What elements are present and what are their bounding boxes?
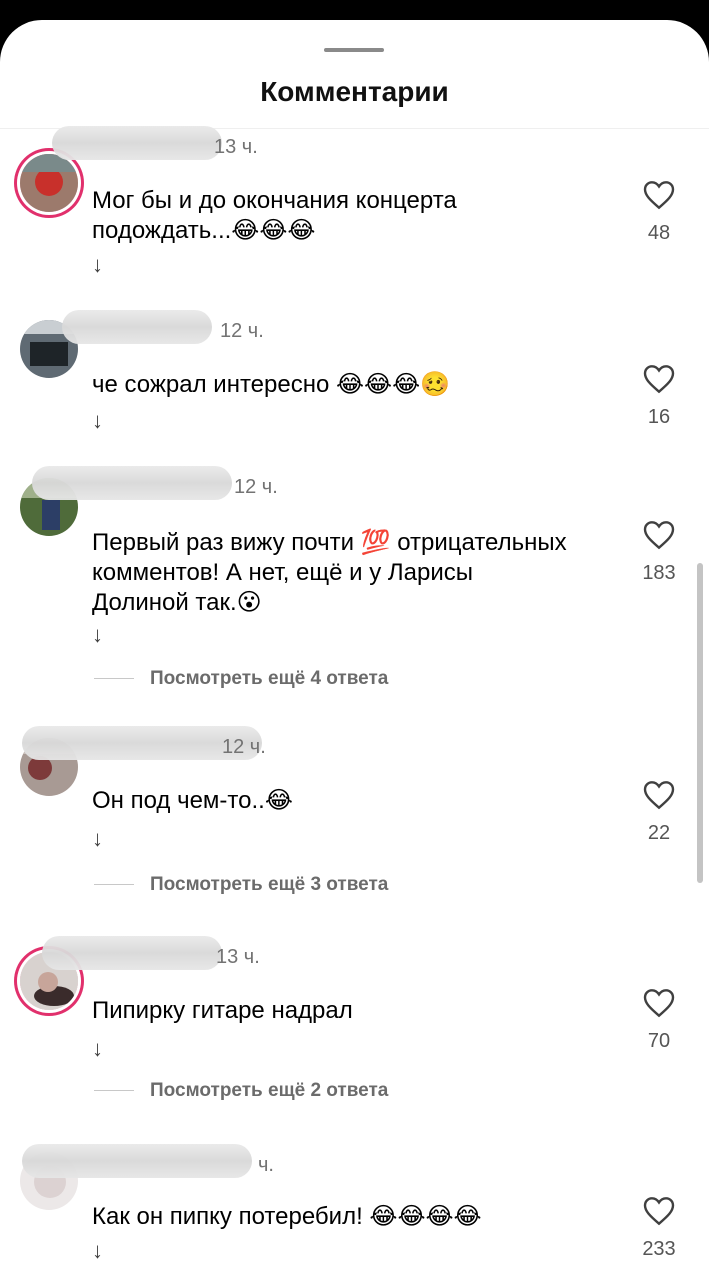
arrow-down-icon[interactable]: ↓ xyxy=(92,1240,112,1262)
comment-time: 12 ч. xyxy=(234,476,278,498)
drag-handle[interactable] xyxy=(324,48,384,52)
view-more-label: Посмотреть ещё 2 ответа xyxy=(150,1080,389,1101)
comment-text: Как он пипку потеребил! 😂😂😂😂 xyxy=(92,1203,482,1230)
like-count: 48 xyxy=(647,222,671,244)
view-more-replies-button[interactable]: Посмотреть ещё 3 ответа xyxy=(94,874,388,904)
like-button[interactable]: 183 xyxy=(636,520,682,585)
like-button[interactable]: 16 xyxy=(636,364,682,429)
comment-time: 13 ч. xyxy=(216,946,260,968)
arrow-down-icon[interactable]: ↓ xyxy=(92,1038,112,1060)
arrow-down-icon[interactable]: ↓ xyxy=(92,828,112,850)
heart-outline-icon xyxy=(643,365,675,394)
heart-outline-icon xyxy=(643,181,675,210)
arrow-down-icon[interactable]: ↓ xyxy=(92,624,112,646)
comment-meta: 13 ч. xyxy=(42,936,260,972)
avatar[interactable] xyxy=(20,154,78,212)
like-button[interactable]: 70 xyxy=(636,988,682,1053)
view-more-label: Посмотреть ещё 3 ответа xyxy=(150,874,389,895)
comment-meta: 12 ч. xyxy=(22,726,266,762)
sheet-title: Комментарии xyxy=(260,76,449,107)
comment-time: 12 ч. xyxy=(220,320,264,342)
heart-outline-icon xyxy=(643,521,675,550)
comment-meta: 12 ч. xyxy=(62,310,264,346)
comment-time: 13 ч. xyxy=(214,136,258,158)
comment-time: ч. xyxy=(258,1154,274,1176)
comment-text: че сожрал интересно 😂😂😂🥴 xyxy=(92,371,450,398)
view-more-label: Посмотреть ещё 4 ответа xyxy=(150,668,389,689)
like-button[interactable]: 22 xyxy=(636,780,682,845)
arrow-down-icon[interactable]: ↓ xyxy=(92,410,112,432)
like-count: 233 xyxy=(642,1238,676,1260)
comment-meta: 13 ч. xyxy=(52,126,258,162)
like-count: 22 xyxy=(647,822,671,844)
comment-text: Первый раз вижу почти 💯 отрицательных ко… xyxy=(92,529,567,616)
comment-meta: 12 ч. xyxy=(32,466,278,502)
like-button[interactable]: 233 xyxy=(636,1196,682,1261)
arrow-down-icon[interactable]: ↓ xyxy=(92,254,112,276)
like-count: 70 xyxy=(647,1030,671,1052)
like-button[interactable]: 48 xyxy=(636,180,682,245)
view-more-replies-button[interactable]: Посмотреть ещё 4 ответа xyxy=(94,668,388,698)
heart-outline-icon xyxy=(643,781,675,810)
comment-time: 12 ч. xyxy=(222,736,266,758)
view-more-replies-button[interactable]: Посмотреть ещё 2 ответа xyxy=(94,1080,388,1110)
scrollbar[interactable] xyxy=(697,563,703,883)
like-count: 183 xyxy=(642,562,676,584)
heart-outline-icon xyxy=(643,1197,675,1226)
comment-meta: ч. xyxy=(22,1144,274,1180)
comment-text: Пипирку гитаре надрал xyxy=(92,997,353,1024)
comment-text: Он под чем-то..😂 xyxy=(92,787,293,814)
heart-outline-icon xyxy=(643,989,675,1018)
comments-sheet: Комментарии 13 ч. Мог бы и до окончания … xyxy=(0,20,709,1280)
like-count: 16 xyxy=(647,406,671,428)
comment-text: Мог бы и до окончания концерта подождать… xyxy=(92,187,457,244)
